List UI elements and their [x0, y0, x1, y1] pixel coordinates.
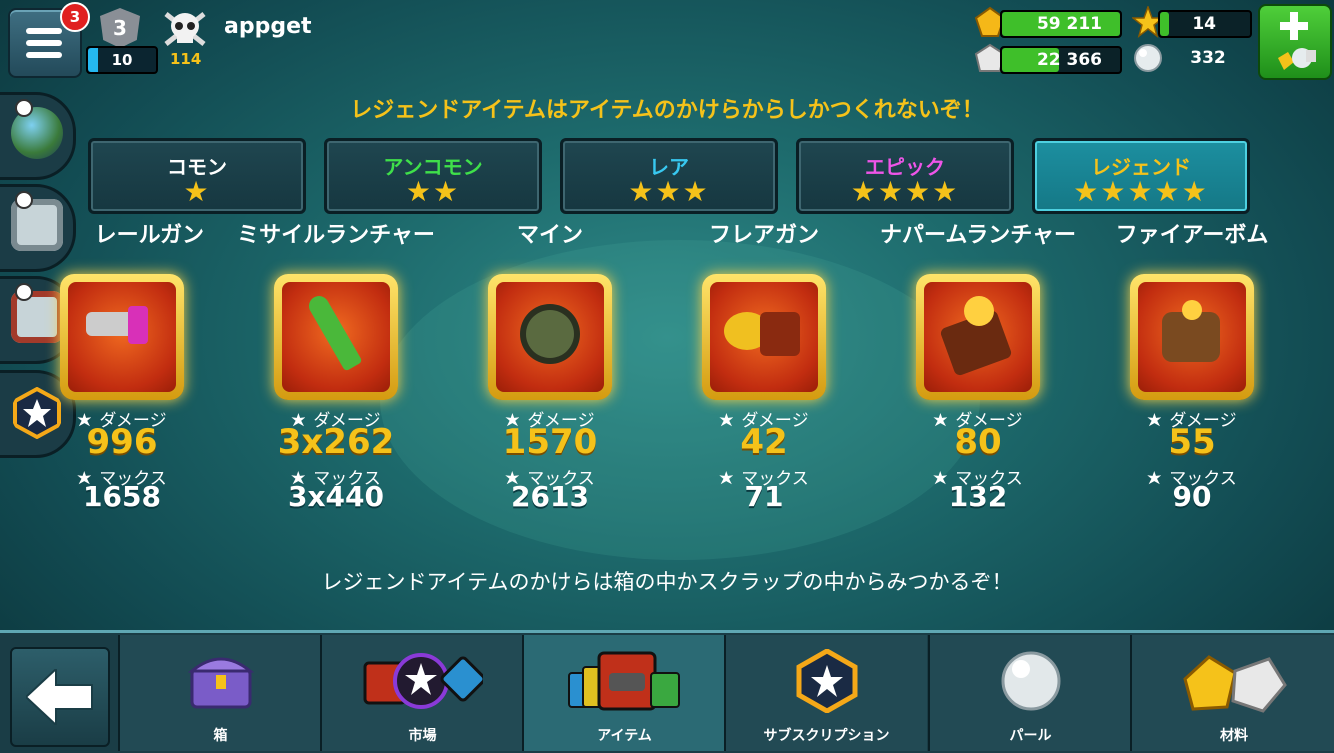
bubble-icon — [15, 191, 33, 209]
item-name: フレアガン — [708, 223, 819, 248]
max-value: 1658 — [83, 480, 161, 513]
max-value: 132 — [948, 480, 1008, 513]
item-frame — [60, 274, 184, 400]
bottom-nav: 箱 市場 アイテム サブスクリプション パール 材料 — [0, 630, 1334, 753]
stars-value: 14 — [1192, 14, 1216, 34]
nav-label: 箱 — [213, 728, 228, 744]
napalm-launcher-icon — [924, 282, 1032, 392]
gold-resource: 59 211 — [1000, 10, 1122, 38]
gold-value: 59 211 — [1036, 14, 1102, 34]
item-card-napalm-launcher[interactable]: ナパームランチャー ダメージ 80 マックス 132 — [878, 222, 1078, 522]
silver-resource: 22 366 — [1000, 46, 1122, 74]
skull-count: 114 — [170, 50, 202, 68]
legend-info-banner: レジェンドアイテムはアイテムのかけらからしかつくれないぞ！ — [350, 98, 984, 123]
tab-common[interactable]: コモン ★ — [88, 138, 306, 214]
max-value: 3x440 — [288, 480, 384, 513]
subscription-star-icon — [796, 649, 857, 713]
item-frame — [488, 274, 612, 400]
item-name: ナパームランチャー — [879, 223, 1077, 248]
back-arrow-icon — [26, 669, 93, 725]
fragment-info-banner: レジェンドアイテムのかけらは箱の中かスクラップの中からみつかるぞ！ — [321, 570, 1013, 594]
chest-icon — [187, 657, 254, 709]
hamburger-icon — [26, 28, 62, 58]
nav-label: アイテム — [597, 728, 652, 744]
username: appget — [224, 14, 312, 39]
nav-label: 市場 — [408, 728, 437, 744]
damage-value: 3x262 — [277, 422, 395, 462]
item-name: レールガン — [94, 223, 204, 248]
notification-badge: 3 — [60, 2, 90, 32]
buy-resources-button[interactable] — [1258, 4, 1332, 80]
item-name: マイン — [516, 223, 583, 248]
item-card-missile-launcher[interactable]: ミサイルランチャー ダメージ 3x262 マックス 3x440 — [236, 222, 436, 522]
rarity-tabs: コモン ★ アンコモン ★★ レア ★★★ エピック ★★★★ レジェンド ★★… — [88, 138, 1250, 214]
missile-icon — [282, 282, 390, 392]
nav-label: パール — [1009, 728, 1052, 744]
nav-subscription[interactable]: サブスクリプション — [724, 635, 927, 751]
damage-value: 80 — [954, 422, 1002, 462]
pearl-icon — [1134, 44, 1162, 72]
pearls-value: 332 — [1190, 48, 1226, 68]
resource-bundle-icon — [1278, 48, 1316, 70]
items-icon — [567, 651, 680, 711]
rarity-stars: ★★★★★ — [1073, 175, 1209, 208]
damage-value: 42 — [740, 422, 788, 462]
rarity-stars: ★★ — [405, 175, 461, 208]
market-icon — [363, 653, 483, 709]
max-value: 2613 — [511, 480, 589, 513]
damage-value: 1570 — [502, 422, 598, 462]
plus-icon — [1280, 12, 1308, 40]
damage-value: 996 — [86, 422, 158, 462]
rarity-stars: ★★★★ — [850, 175, 960, 208]
nav-items[interactable]: アイテム — [522, 635, 725, 751]
item-card-mine[interactable]: マイン ダメージ 1570 マックス 2613 — [450, 222, 650, 522]
tab-uncommon[interactable]: アンコモン ★★ — [324, 138, 542, 214]
stars-resource: 14 — [1158, 10, 1252, 38]
player-level-shield: 3 — [100, 8, 140, 48]
item-frame — [916, 274, 1040, 400]
item-card-flare-gun[interactable]: フレアガン ダメージ 42 マックス 71 — [664, 222, 864, 522]
tab-epic[interactable]: エピック ★★★★ — [796, 138, 1014, 214]
xp-bar: 10 — [86, 46, 158, 74]
damage-value: 55 — [1168, 422, 1216, 462]
pearl-icon — [1001, 651, 1060, 711]
back-button[interactable] — [10, 647, 110, 747]
materials-icon — [1183, 655, 1287, 713]
item-frame — [274, 274, 398, 400]
skull-icon — [164, 12, 206, 46]
flare-gun-icon — [710, 282, 818, 392]
item-card-railgun[interactable]: レールガン ダメージ 996 マックス 1658 — [22, 222, 222, 522]
item-name: ファイアーボム — [1115, 223, 1269, 248]
max-value: 90 — [1172, 480, 1212, 513]
item-card-fire-bomb[interactable]: ファイアーボム ダメージ 55 マックス 90 — [1092, 222, 1292, 522]
tab-legendary[interactable]: レジェンド ★★★★★ — [1032, 138, 1250, 214]
rarity-stars: ★★★ — [628, 175, 710, 208]
item-name: ミサイルランチャー — [237, 223, 435, 248]
max-value: 71 — [744, 480, 784, 513]
nav-pearl[interactable]: パール — [928, 635, 1131, 751]
xp-value: 10 — [111, 51, 133, 69]
fire-bomb-icon — [1138, 282, 1246, 392]
nav-market[interactable]: 市場 — [320, 635, 523, 751]
item-frame — [702, 274, 826, 400]
stars-fill — [1160, 12, 1169, 36]
railgun-icon — [68, 282, 176, 392]
nav-label: サブスクリプション — [763, 728, 890, 744]
nav-box[interactable]: 箱 — [118, 635, 321, 751]
mine-icon — [496, 282, 604, 392]
nav-materials[interactable]: 材料 — [1130, 635, 1334, 751]
silver-value: 22 366 — [1036, 50, 1102, 70]
rarity-stars: ★ — [183, 175, 211, 208]
nav-label: 材料 — [1220, 728, 1248, 744]
item-frame — [1130, 274, 1254, 400]
tab-rare[interactable]: レア ★★★ — [560, 138, 778, 214]
